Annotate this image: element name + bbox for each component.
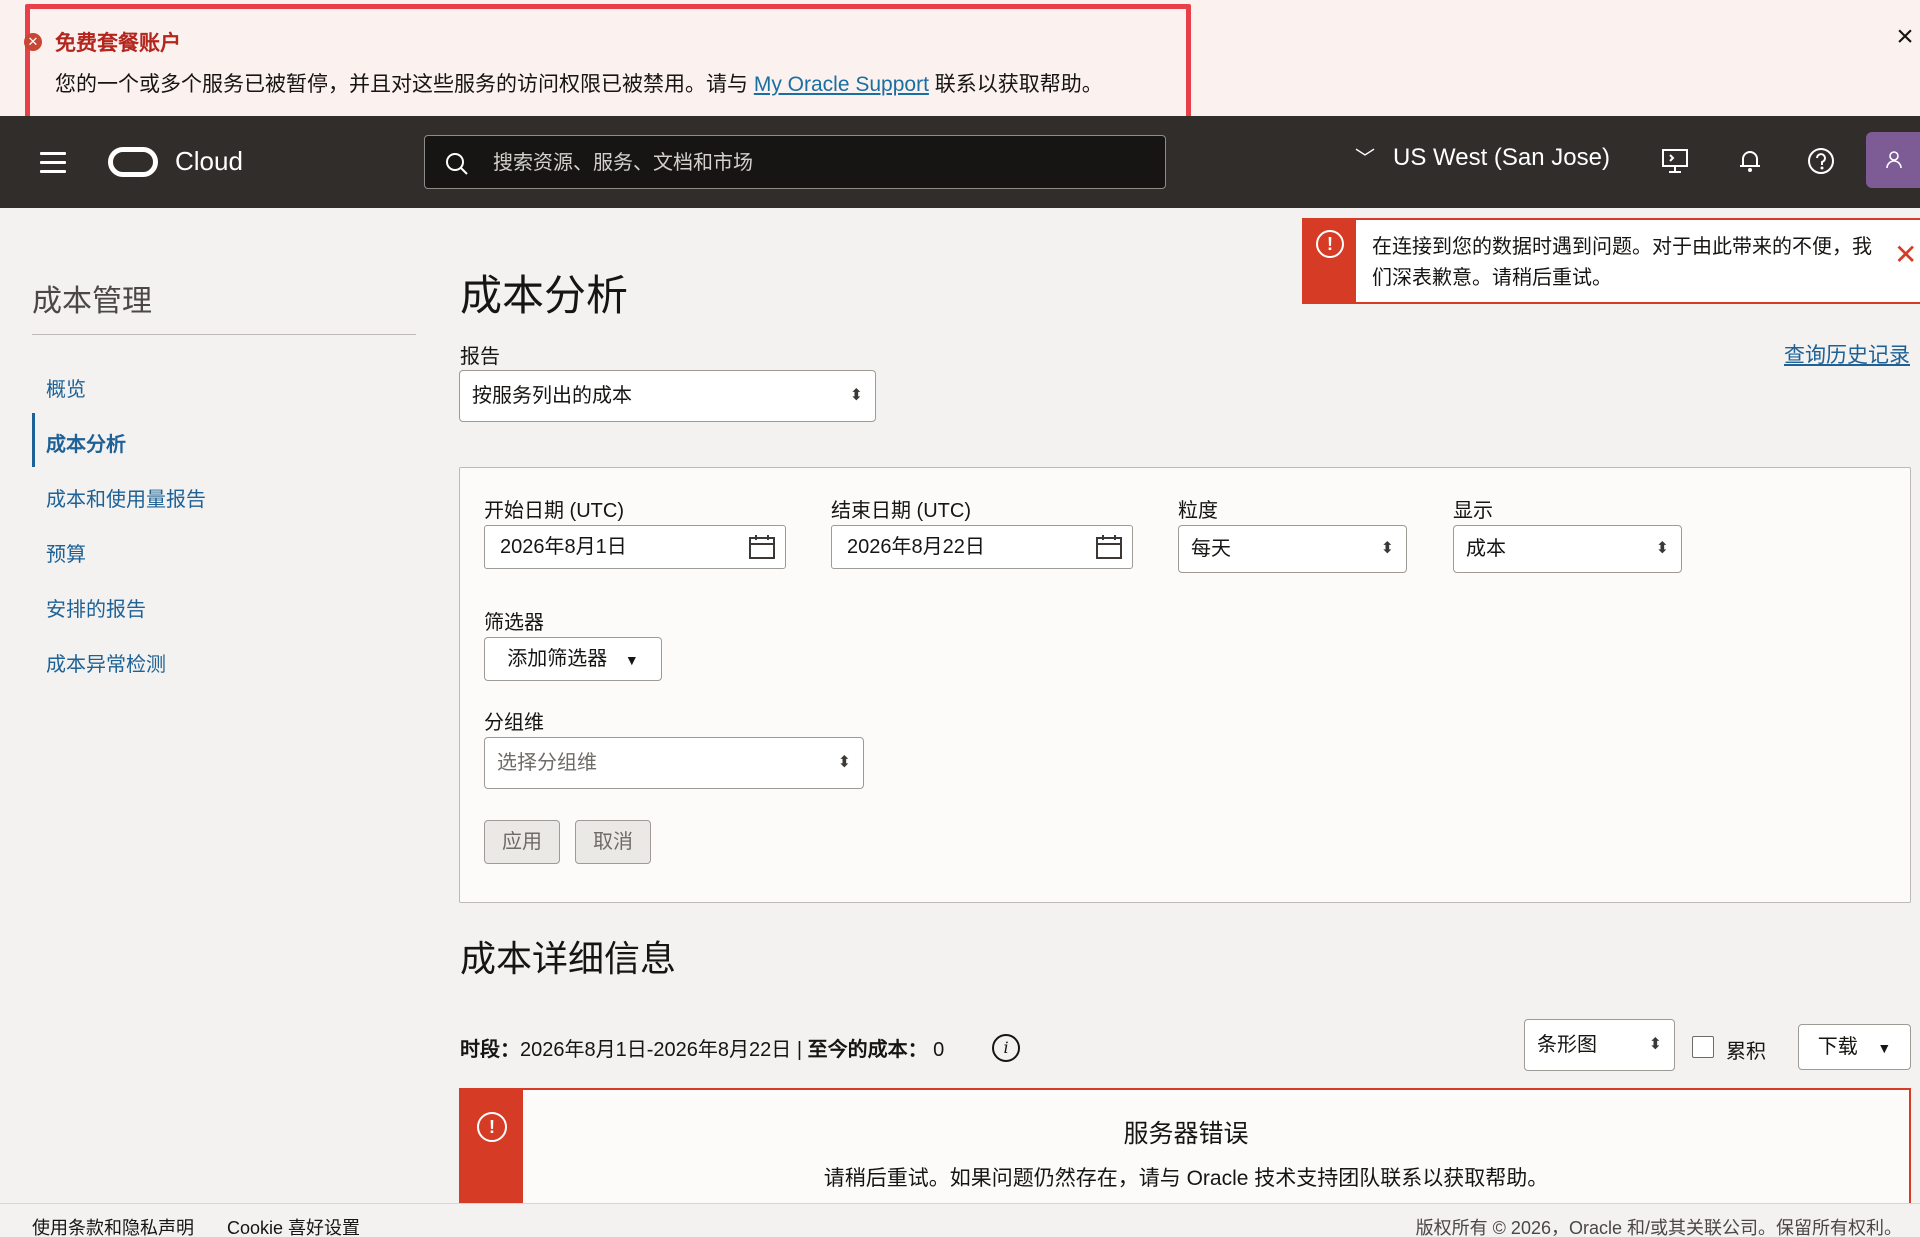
alert-icon: ! (1316, 230, 1344, 258)
close-icon[interactable]: ✕ (1894, 238, 1917, 271)
top-navbar: Cloud ﹀ US West (San Jose) (0, 116, 1920, 208)
sidebar-item-overview[interactable]: 概览 (46, 373, 86, 402)
download-button[interactable]: 下载 ▼ (1798, 1024, 1911, 1070)
group-dimension-label: 分组维 (484, 712, 544, 734)
group-dimension-placeholder: 选择分组维 (497, 752, 597, 774)
granularity-value: 每天 (1191, 538, 1231, 560)
period-value: 2026年8月1日-2026年8月22日 (520, 1039, 792, 1061)
sidebar-item-anomaly-detection[interactable]: 成本异常检测 (46, 648, 166, 677)
end-date-value: 2026年8月22日 (847, 536, 985, 558)
region-selector[interactable]: ﹀ US West (San Jose) (1355, 142, 1610, 172)
granularity-label: 粒度 (1178, 500, 1218, 522)
end-date-field[interactable]: 2026年8月22日 (831, 525, 1133, 569)
brand-label[interactable]: Cloud (175, 146, 243, 177)
calendar-icon[interactable] (1096, 535, 1122, 559)
filter-label: 筛选器 (484, 612, 544, 634)
banner-message: 您的一个或多个服务已被暂停，并且对这些服务的访问权限已被禁用。请与 My Ora… (55, 68, 1103, 98)
add-filter-label: 添加筛选器 (507, 648, 608, 670)
free-tier-banner: ✕ 免费套餐账户 您的一个或多个服务已被暂停，并且对这些服务的访问权限已被禁用。… (0, 0, 1920, 122)
toast-message: 在连接到您的数据时遇到问题。对于由此带来的不便，我们深表歉意。请稍后重试。 (1372, 236, 1872, 289)
cost-to-date-value: 0 (933, 1039, 945, 1061)
start-date-value: 2026年8月1日 (500, 536, 627, 558)
sidebar-divider (32, 334, 416, 335)
granularity-select[interactable]: 每天 ⬍ (1178, 525, 1407, 573)
my-oracle-support-link[interactable]: My Oracle Support (754, 73, 929, 96)
server-error-title: 服务器错误 (1123, 1120, 1249, 1148)
cookie-preferences-link[interactable]: Cookie 喜好设置 (227, 1214, 360, 1237)
show-select[interactable]: 成本 ⬍ (1453, 525, 1682, 573)
start-date-field[interactable]: 2026年8月1日 (484, 525, 786, 569)
copyright-text: 版权所有 © 2026，Oracle 和/或其关联公司。保留所有权利。 (1415, 1218, 1902, 1237)
error-icon: ✕ (24, 33, 42, 51)
show-value: 成本 (1466, 538, 1506, 560)
updown-icon: ⬍ (1380, 540, 1394, 557)
cost-to-date-label: 至今的成本 (807, 1039, 908, 1061)
sidebar-active-indicator (32, 413, 35, 467)
hamburger-menu-icon[interactable] (40, 152, 66, 173)
query-panel: 开始日期 (UTC) 2026年8月1日 结束日期 (UTC) 2026年8月2… (459, 467, 1911, 903)
end-date-label: 结束日期 (UTC) (831, 500, 971, 522)
avatar[interactable] (1866, 132, 1920, 188)
add-filter-button[interactable]: 添加筛选器 ▼ (484, 637, 662, 681)
banner-message-tail: 联系以获取帮助。 (928, 73, 1103, 96)
toast-alert-strip: ! (1304, 220, 1356, 304)
start-date-label: 开始日期 (UTC) (484, 500, 624, 522)
updown-icon: ⬍ (1655, 540, 1669, 557)
oracle-logo[interactable] (108, 147, 158, 177)
sidebar-item-cost-usage-reports[interactable]: 成本和使用量报告 (46, 483, 206, 512)
search-input[interactable] (493, 144, 1133, 180)
chevron-down-icon: ﹀ (1355, 148, 1375, 170)
banner-highlight-frame (25, 4, 1191, 122)
report-select-value: 按服务列出的成本 (472, 385, 632, 407)
cumulative-label: 累积 (1726, 1041, 1766, 1063)
cumulative-checkbox[interactable] (1692, 1036, 1714, 1058)
sidebar-item-budgets[interactable]: 预算 (46, 538, 86, 567)
region-label: US West (San Jose) (1393, 144, 1610, 171)
user-icon (1886, 151, 1902, 169)
terms-privacy-link[interactable]: 使用条款和隐私声明 (32, 1214, 194, 1237)
updown-icon: ⬍ (849, 387, 863, 404)
cost-details-title: 成本详细信息 (460, 938, 677, 979)
show-label: 显示 (1453, 500, 1493, 522)
query-history-link[interactable]: 查询历史记录 (1784, 339, 1910, 369)
sidebar-title: 成本管理 (32, 285, 152, 318)
apply-button[interactable]: 应用 (484, 820, 560, 864)
server-error-message: 请稍后重试。如果问题仍然存在，请与 Oracle 技术支持团队联系以获取帮助。 (823, 1167, 1549, 1190)
cancel-button[interactable]: 取消 (575, 820, 651, 864)
search-bar[interactable] (424, 135, 1166, 189)
server-error-panel: ! 服务器错误 请稍后重试。如果问题仍然存在，请与 Oracle 技术支持团队联… (459, 1088, 1911, 1203)
caret-down-icon: ▼ (1877, 1040, 1892, 1056)
banner-message-text: 您的一个或多个服务已被暂停，并且对这些服务的访问权限已被禁用。请与 (55, 73, 754, 96)
bell-icon[interactable] (1735, 146, 1765, 176)
cloud-shell-icon[interactable] (1660, 146, 1690, 176)
sidebar-item-cost-analysis[interactable]: 成本分析 (46, 428, 126, 457)
group-dimension-select[interactable]: 选择分组维 ⬍ (484, 737, 864, 789)
search-icon (446, 153, 468, 175)
connection-error-toast: ! 在连接到您的数据时遇到问题。对于由此带来的不便，我们深表歉意。请稍后重试。 … (1302, 218, 1920, 304)
sidebar-item-scheduled-reports[interactable]: 安排的报告 (46, 593, 146, 622)
chart-type-select[interactable]: 条形图 ⬍ (1524, 1019, 1675, 1071)
period-summary: 时段：2026年8月1日-2026年8月22日 | 至今的成本： 0 (460, 1039, 945, 1061)
banner-title: 免费套餐账户 (55, 32, 181, 55)
report-select[interactable]: 按服务列出的成本 ⬍ (459, 370, 876, 422)
chart-type-value: 条形图 (1537, 1034, 1597, 1056)
updown-icon: ⬍ (1648, 1036, 1662, 1053)
calendar-icon[interactable] (749, 535, 775, 559)
close-icon[interactable]: × (1893, 22, 1917, 52)
download-label: 下载 (1817, 1036, 1858, 1058)
footer: 使用条款和隐私声明 Cookie 喜好设置 版权所有 © 2026，Oracle… (0, 1203, 1920, 1237)
help-icon[interactable] (1806, 146, 1836, 176)
caret-down-icon: ▼ (624, 652, 639, 668)
period-label: 时段 (460, 1039, 500, 1061)
report-label: 报告 (460, 346, 500, 368)
updown-icon: ⬍ (837, 754, 851, 771)
info-icon[interactable]: i (992, 1034, 1020, 1062)
page-title: 成本分析 (460, 272, 629, 319)
